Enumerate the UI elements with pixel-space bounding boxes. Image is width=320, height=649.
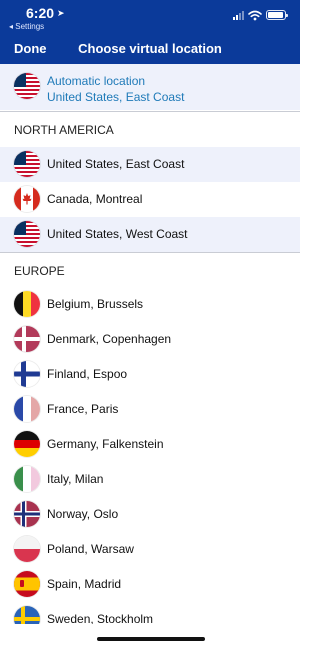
italy-flag-icon <box>14 466 40 492</box>
section-title: NORTH AMERICA <box>14 123 114 137</box>
status-icons <box>233 9 288 21</box>
location-label: Canada, Montreal <box>47 192 143 206</box>
location-label: Belgium, Brussels <box>47 297 144 311</box>
location-row-denmark-copenhagen[interactable]: Denmark, Copenhagen <box>0 322 300 357</box>
location-row-italy-milan[interactable]: Italy, Milan <box>0 462 300 497</box>
automatic-location-subtitle: United States, East Coast <box>47 90 185 104</box>
done-button[interactable]: Done <box>14 41 47 56</box>
location-row-canada-montreal[interactable]: Canada, Montreal <box>0 182 300 217</box>
automatic-location-title: Automatic location <box>47 74 146 88</box>
back-to-settings-link[interactable]: ◂ Settings <box>9 22 44 31</box>
canada-flag-icon <box>14 186 40 212</box>
us-flag-icon <box>14 73 40 99</box>
location-label: Norway, Oslo <box>47 507 119 521</box>
germany-flag-icon <box>14 431 40 457</box>
automatic-location-text: Automatic location United States, East C… <box>47 73 184 105</box>
spain-flag-icon <box>14 571 40 597</box>
cellular-signal-icon <box>233 10 244 20</box>
section-title: EUROPE <box>14 264 65 278</box>
time-text: 6:20 <box>26 5 55 21</box>
us-flag-icon <box>14 221 40 247</box>
location-row-germany-falkenstein[interactable]: Germany, Falkenstein <box>0 427 300 462</box>
location-label: Spain, Madrid <box>47 577 122 591</box>
section-header-europe: EUROPE <box>0 252 300 288</box>
poland-flag-icon <box>14 536 40 562</box>
france-flag-icon <box>14 396 40 422</box>
location-row-poland-warsaw[interactable]: Poland, Warsaw <box>0 532 300 567</box>
location-row-finland-espoo[interactable]: Finland, Espoo <box>0 357 300 392</box>
location-label: Denmark, Copenhagen <box>47 332 172 346</box>
location-label: United States, East Coast <box>47 157 185 171</box>
location-row-us-east[interactable]: United States, East Coast <box>0 147 300 182</box>
battery-icon <box>266 10 288 20</box>
automatic-location-row[interactable]: Automatic location United States, East C… <box>0 64 300 110</box>
location-arrow-icon: ➤ <box>57 8 65 18</box>
location-label: Poland, Warsaw <box>47 542 134 556</box>
us-flag-icon <box>14 151 40 177</box>
location-row-us-west[interactable]: United States, West Coast <box>0 217 300 252</box>
location-label: Finland, Espoo <box>47 367 128 381</box>
location-row-france-paris[interactable]: France, Paris <box>0 392 300 427</box>
denmark-flag-icon <box>14 326 40 352</box>
location-row-norway-oslo[interactable]: Norway, Oslo <box>0 497 300 532</box>
home-indicator[interactable] <box>97 637 205 641</box>
belgium-flag-icon <box>14 291 40 317</box>
location-row-belgium-brussels[interactable]: Belgium, Brussels <box>0 287 300 322</box>
battery-level <box>268 12 284 18</box>
location-label: Germany, Falkenstein <box>47 437 164 451</box>
location-label: United States, West Coast <box>47 227 188 241</box>
section-header-north-america: NORTH AMERICA <box>0 111 300 147</box>
norway-flag-icon <box>14 501 40 527</box>
location-label: Italy, Milan <box>47 472 104 486</box>
header-bar: 6:20 ➤ ◂ Settings Done Choose virtual loc… <box>0 0 300 64</box>
finland-flag-icon <box>14 361 40 387</box>
location-row-spain-madrid[interactable]: Spain, Madrid <box>0 567 300 602</box>
location-label: France, Paris <box>47 402 119 416</box>
wifi-icon <box>248 10 262 20</box>
status-time: 6:20 ➤ <box>26 5 65 21</box>
